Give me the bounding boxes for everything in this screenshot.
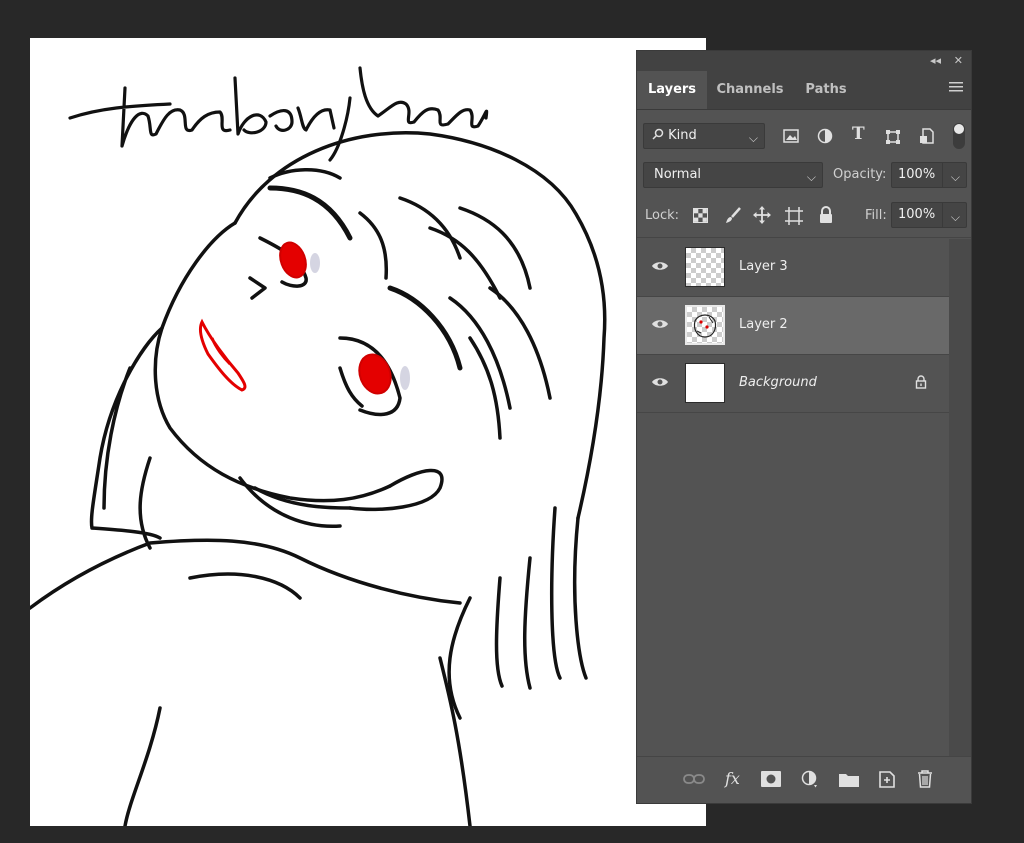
adjustment-filter-icon[interactable] <box>817 128 833 144</box>
adjustment-icon[interactable] <box>801 770 819 788</box>
sketch-thumbnail-icon <box>693 314 717 338</box>
fill-field[interactable]: 100% ⌵ <box>891 202 967 228</box>
visibility-eye-icon[interactable] <box>651 317 669 331</box>
trash-icon[interactable] <box>917 770 933 788</box>
fill-label: Fill: <box>865 208 887 223</box>
tab-paths[interactable]: Paths <box>793 71 859 109</box>
opacity-value: 100% <box>898 167 936 182</box>
chevron-down-icon: ⌵ <box>748 131 758 145</box>
link-icon[interactable] <box>683 773 705 785</box>
panel-title-bar[interactable]: ◂◂ ✕ <box>637 51 971 71</box>
chevron-down-icon: ⌵ <box>806 170 816 184</box>
layer-thumbnail <box>685 305 725 345</box>
lock-row: Lock: Fill: 100% ⌵ <box>637 201 971 231</box>
filter-kind-label: Kind <box>668 128 697 143</box>
type-filter-icon[interactable]: T <box>852 124 865 144</box>
fill-value: 100% <box>898 207 936 222</box>
layers-panel: ◂◂ ✕ Layers Channels Paths Kind ⌵ T Norm… <box>636 50 972 804</box>
collapse-icon[interactable]: ◂◂ <box>930 54 941 67</box>
smart-object-filter-icon[interactable] <box>919 128 935 145</box>
search-icon <box>652 128 664 140</box>
layer-thumbnail <box>685 363 725 403</box>
sketch-drawing <box>30 66 607 826</box>
layer-row-layer-3[interactable]: Layer 3 <box>637 239 949 297</box>
layer-name: Layer 3 <box>739 259 788 274</box>
divider <box>637 237 971 238</box>
filter-toggle[interactable] <box>953 123 965 149</box>
pixel-filter-icon[interactable] <box>783 129 799 143</box>
layer-thumbnail <box>685 247 725 287</box>
panel-menu-icon[interactable] <box>949 81 963 93</box>
lock-position-icon[interactable] <box>753 206 771 224</box>
visibility-eye-icon[interactable] <box>651 375 669 389</box>
panel-bottom-bar: fx <box>637 756 971 803</box>
lock-all-icon[interactable] <box>819 206 833 223</box>
filter-row: Kind ⌵ T <box>637 121 971 151</box>
blend-row: Normal ⌵ Opacity: 100% ⌵ <box>637 161 971 191</box>
lock-transparent-pixels-icon[interactable] <box>693 208 708 223</box>
blend-mode-value: Normal <box>654 167 702 182</box>
layer-name: Background <box>739 375 817 390</box>
tab-channels[interactable]: Channels <box>707 71 793 109</box>
mask-icon[interactable] <box>761 771 781 787</box>
layer-lock-icon <box>915 375 927 389</box>
lock-image-pixels-icon[interactable] <box>725 207 742 224</box>
folder-icon[interactable] <box>839 772 859 787</box>
filter-kind-select[interactable]: Kind ⌵ <box>643 123 765 149</box>
layers-list: Layer 3 Layer 2 Background <box>637 239 949 757</box>
layers-scrollbar[interactable] <box>949 239 971 757</box>
panel-tabs: Layers Channels Paths <box>637 71 971 110</box>
layer-row-layer-2[interactable]: Layer 2 <box>637 297 949 355</box>
new-layer-icon[interactable] <box>879 771 895 788</box>
visibility-eye-icon[interactable] <box>651 259 669 273</box>
document-canvas[interactable] <box>30 38 706 826</box>
tab-layers[interactable]: Layers <box>637 71 707 109</box>
opacity-field[interactable]: 100% ⌵ <box>891 162 967 188</box>
layer-row-background[interactable]: Background <box>637 355 949 413</box>
close-icon[interactable]: ✕ <box>954 54 963 67</box>
blend-mode-select[interactable]: Normal ⌵ <box>643 162 823 188</box>
layer-name: Layer 2 <box>739 317 788 332</box>
chevron-down-icon[interactable]: ⌵ <box>951 165 960 189</box>
chevron-down-icon[interactable]: ⌵ <box>951 205 960 229</box>
opacity-label: Opacity: <box>833 167 887 182</box>
lock-label: Lock: <box>645 208 680 223</box>
shape-filter-icon[interactable] <box>885 129 901 145</box>
fx-icon[interactable]: fx <box>725 769 740 788</box>
lock-artboard-icon[interactable] <box>785 207 803 225</box>
